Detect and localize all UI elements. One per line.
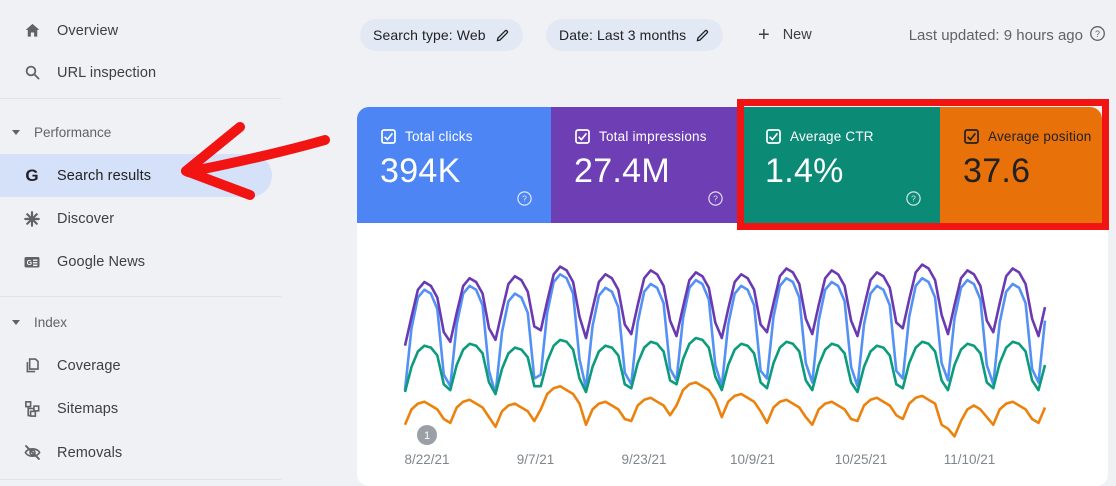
sidebar-divider (0, 296, 281, 297)
metric-label: Total clicks (405, 129, 473, 144)
performance-chart-panel: 8/22/21 9/7/21 9/23/21 10/9/21 10/25/21 11/10… (357, 223, 1108, 486)
filter-chip-label: Search type: Web (373, 27, 486, 43)
sidebar-item-overview[interactable]: Overview (0, 9, 272, 52)
new-filter-button[interactable]: + New (758, 19, 812, 51)
performance-chart: 8/22/21 9/7/21 9/23/21 10/9/21 10/25/21 11/10… (357, 223, 1108, 486)
edit-pencil-icon (495, 28, 510, 43)
metric-label: Average CTR (790, 129, 874, 144)
sidebar-item-url-inspection[interactable]: URL inspection (0, 51, 272, 94)
filter-chip-label: Date: Last 3 months (559, 27, 686, 43)
sidebar: Overview URL inspection Performance G Se… (0, 0, 300, 486)
chart-annotation-marker[interactable]: 1 (417, 425, 437, 445)
discover-asterisk-icon (22, 209, 42, 229)
filter-chip-date[interactable]: Date: Last 3 months (546, 19, 723, 51)
sidebar-item-coverage[interactable]: Coverage (0, 344, 272, 387)
section-label: Performance (34, 125, 111, 140)
metric-card-total-impressions[interactable]: Total impressions 27.4M ? (551, 107, 742, 223)
x-axis-label: 9/23/21 (621, 452, 666, 467)
sidebar-item-label: Coverage (57, 358, 121, 374)
svg-text:G: G (27, 259, 33, 266)
metric-label: Total impressions (599, 129, 707, 144)
sidebar-item-removals[interactable]: Removals (0, 431, 272, 474)
sidebar-item-discover[interactable]: Discover (0, 197, 272, 240)
chevron-down-icon (12, 130, 20, 135)
metric-value: 27.4M (574, 152, 742, 191)
metric-cards-row: Total clicks 394K ? Total impressions 27… (357, 107, 1102, 223)
sidebar-item-google-news[interactable]: G Google News (0, 240, 272, 283)
metric-card-total-clicks[interactable]: Total clicks 394K ? (357, 107, 551, 223)
search-icon (22, 63, 42, 83)
sidebar-section-index[interactable]: Index (0, 306, 272, 338)
sidebar-divider (0, 98, 281, 99)
metric-value: 1.4% (765, 152, 940, 191)
svg-text:1: 1 (424, 430, 430, 442)
coverage-pages-icon (22, 356, 42, 376)
sidebar-item-label: URL inspection (57, 65, 156, 81)
last-updated-status: Last updated: 9 hours ago ? (909, 25, 1106, 46)
svg-text:?: ? (911, 194, 916, 204)
last-updated-text: Last updated: 9 hours ago (909, 27, 1083, 44)
sitemaps-tree-icon (22, 399, 42, 419)
chevron-down-icon (12, 320, 20, 325)
checkbox-checked-icon[interactable] (766, 129, 781, 144)
metric-value: 37.6 (963, 152, 1102, 191)
checkbox-checked-icon[interactable] (381, 129, 396, 144)
svg-text:?: ? (1095, 29, 1100, 39)
sidebar-section-performance[interactable]: Performance (0, 116, 272, 148)
help-icon[interactable]: ? (516, 190, 533, 212)
plus-icon: + (758, 24, 770, 47)
metric-card-average-ctr[interactable]: Average CTR 1.4% ? (742, 107, 940, 223)
help-icon[interactable]: ? (707, 190, 724, 212)
sidebar-item-label: Removals (57, 445, 122, 461)
sidebar-divider (0, 479, 281, 480)
sidebar-item-label: Sitemaps (57, 401, 118, 417)
svg-text:?: ? (713, 194, 718, 204)
sidebar-item-label: Search results (57, 168, 151, 184)
sidebar-item-label: Discover (57, 211, 114, 227)
google-news-icon: G (22, 252, 42, 272)
x-axis-label: 10/9/21 (730, 452, 775, 467)
metric-card-average-position[interactable]: Average position 37.6 (940, 107, 1102, 223)
new-button-label: New (783, 27, 812, 43)
help-icon[interactable]: ? (1089, 25, 1106, 46)
metric-label: Average position (988, 129, 1092, 144)
x-axis-label: 9/7/21 (517, 452, 555, 467)
sidebar-item-label: Google News (57, 254, 145, 270)
help-icon[interactable]: ? (905, 190, 922, 212)
home-icon (22, 21, 42, 41)
x-axis-label: 10/25/21 (835, 452, 888, 467)
sidebar-item-search-results[interactable]: G Search results (0, 154, 272, 197)
removals-eye-off-icon (22, 443, 42, 463)
google-g-icon: G (22, 166, 42, 186)
section-label: Index (34, 315, 67, 330)
sidebar-item-sitemaps[interactable]: Sitemaps (0, 387, 272, 430)
checkbox-checked-icon[interactable] (964, 129, 979, 144)
sidebar-item-label: Overview (57, 23, 118, 39)
svg-text:?: ? (522, 194, 527, 204)
metric-value: 394K (380, 152, 551, 191)
filter-chip-search-type[interactable]: Search type: Web (360, 19, 523, 51)
checkbox-checked-icon[interactable] (575, 129, 590, 144)
search-console-app: Overview URL inspection Performance G Se… (0, 0, 1116, 486)
x-axis-label: 11/10/21 (944, 452, 996, 467)
edit-pencil-icon (695, 28, 710, 43)
x-axis-label: 8/22/21 (404, 452, 449, 467)
